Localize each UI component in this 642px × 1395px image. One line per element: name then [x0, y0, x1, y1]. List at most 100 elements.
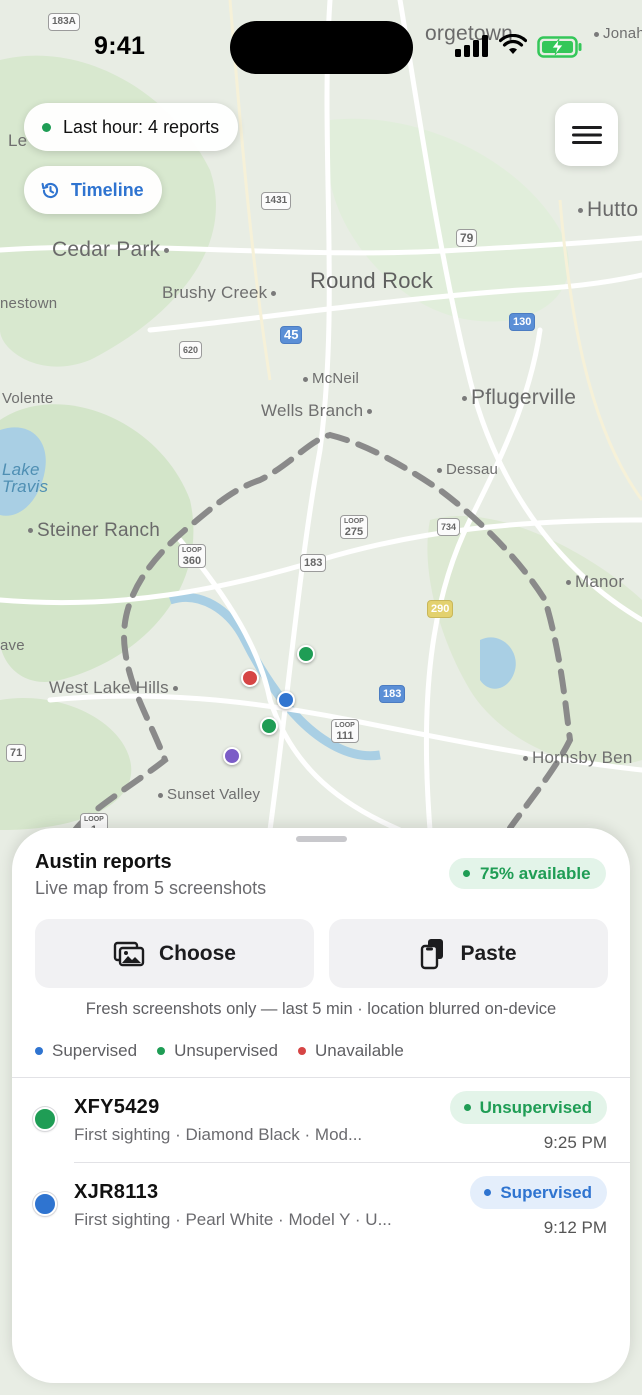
sheet-subtitle: Live map from 5 screenshots	[35, 878, 267, 898]
menu-button[interactable]	[555, 103, 618, 166]
map-label-steiner-ranch-text: Steiner Ranch	[37, 520, 161, 541]
report-row[interactable]: XJR8113 First sighting · Pearl White · M…	[12, 1163, 630, 1248]
report-time: 9:12 PM	[543, 1218, 607, 1237]
highway-shield-45: 45	[280, 326, 303, 344]
shield-label: 734	[441, 522, 457, 532]
map-place-dot	[462, 395, 467, 401]
map-label-mcneil: McNeil	[299, 370, 359, 387]
map-place-dot	[28, 528, 33, 534]
map-label-hutto: Hutto	[574, 198, 638, 222]
map-label-round-rock: Round Rock	[310, 268, 434, 293]
map-place-dot	[172, 686, 178, 692]
map-label-hutto-text: Hutto	[587, 198, 639, 221]
shield-label: 130	[513, 316, 532, 328]
status-bar: 9:41	[0, 0, 642, 95]
map-place-dot	[303, 376, 308, 382]
choose-screenshot-button[interactable]: Choose	[35, 919, 314, 988]
availability-label: 75% available	[480, 863, 591, 883]
map-label-cedar-park-text: Cedar Park	[52, 238, 161, 261]
map-label-wells-branch-text: Wells Branch	[261, 401, 364, 420]
map-label-sunset-valley: Sunset Valley	[154, 786, 260, 803]
dynamic-island	[230, 21, 413, 74]
highway-shield-79: 79	[456, 229, 478, 247]
availability-dot	[463, 870, 470, 877]
reports-bottom-sheet[interactable]: Austin reports Live map from 5 screensho…	[12, 828, 630, 1383]
map-label-hornsby-bend-text: Hornsby Ben	[532, 748, 633, 767]
map-label-wells-branch: Wells Branch	[261, 401, 376, 421]
report-marker-supervised[interactable]	[277, 691, 295, 709]
map-label-pflugerville-text: Pflugerville	[471, 386, 577, 409]
map-place-dot	[164, 247, 170, 253]
highway-shield-loop-360: LOOP 360	[178, 544, 206, 568]
legend-dot-supervised	[35, 1047, 43, 1055]
shield-label: 45	[284, 327, 299, 342]
status-tag-label: Supervised	[500, 1182, 592, 1202]
shield-label: 620	[183, 345, 199, 355]
timeline-label: Timeline	[71, 179, 144, 200]
map-label-jonestown: nestown	[0, 295, 58, 312]
map-place-dot	[158, 792, 163, 798]
availability-badge: 75% available	[449, 858, 606, 889]
report-marker-unsupervised[interactable]	[260, 717, 278, 735]
shield-label: 79	[460, 231, 474, 245]
photo-library-icon	[113, 941, 145, 966]
report-detail: First sighting · Diamond Black · Mod...	[74, 1125, 363, 1144]
map-label-volente: Volente	[2, 390, 54, 407]
map-label-dessau-text: Dessau	[446, 461, 499, 478]
legend-item-supervised: Supervised	[35, 1041, 137, 1061]
report-row[interactable]: XFY5429 First sighting · Diamond Black ·…	[12, 1078, 630, 1163]
legend-dot-unavailable	[298, 1047, 307, 1055]
map-label-pflugerville: Pflugerville	[458, 386, 576, 410]
shield-label: 183	[383, 688, 402, 700]
map-label-manor: Manor	[562, 572, 624, 592]
status-tag-dot	[484, 1189, 492, 1196]
live-status-dot	[42, 122, 51, 132]
history-clock-icon	[41, 182, 59, 198]
report-marker-unsupervised[interactable]	[297, 645, 315, 663]
map-place-dot	[367, 409, 373, 415]
shield-label: 71	[10, 747, 23, 759]
highway-shield-71: 71	[6, 744, 27, 762]
highway-shield-183-toll: 183	[379, 685, 406, 703]
last-hour-summary-label: Last hour: 4 reports	[63, 116, 220, 137]
map-label-brushy-creek-text: Brushy Creek	[162, 283, 268, 302]
map-label-west-lake-hills: West Lake Hills	[49, 678, 182, 698]
map-place-dot	[566, 580, 571, 586]
map-place-dot	[271, 291, 277, 297]
highway-shield-290: 290	[427, 600, 454, 618]
timeline-button[interactable]: Timeline	[24, 166, 162, 214]
shield-label: 1431	[265, 195, 288, 206]
map-place-dot	[523, 756, 528, 762]
legend-label: Unsupervised	[174, 1041, 279, 1060]
legend-dot-unsupervised	[157, 1047, 166, 1055]
paste-screenshot-button[interactable]: Paste	[329, 919, 608, 988]
report-plate: XFY5429	[74, 1096, 160, 1118]
report-detail: First sighting · Pearl White · Model Y ·…	[74, 1210, 392, 1229]
cellular-signal-icon	[455, 35, 488, 57]
paste-label: Paste	[460, 941, 517, 965]
highway-shield-loop-275: LOOP 275	[340, 515, 368, 539]
hamburger-icon	[571, 125, 602, 144]
choose-label: Choose	[158, 941, 236, 965]
privacy-hint: Fresh screenshots only — last 5 min · lo…	[85, 1000, 557, 1018]
map-label-cave: ave	[0, 637, 25, 654]
last-hour-summary-pill[interactable]: Last hour: 4 reports	[24, 103, 239, 151]
wifi-icon	[499, 34, 527, 54]
map-label-steiner-ranch: Steiner Ranch	[24, 520, 160, 542]
sheet-grabber-handle[interactable]	[296, 836, 347, 842]
report-marker-other[interactable]	[223, 747, 241, 765]
map-label-hornsby-bend: Hornsby Ben	[519, 748, 632, 768]
sheet-title: Austin reports	[35, 851, 172, 873]
highway-shield-loop-111: LOOP 111	[331, 719, 359, 743]
legend-item-unsupervised: Unsupervised	[157, 1041, 278, 1061]
map-label-brushy-creek: Brushy Creek	[162, 283, 280, 303]
battery-charging-icon	[537, 36, 582, 58]
shield-label: 275	[344, 526, 364, 538]
report-time: 9:25 PM	[543, 1133, 607, 1152]
shield-label: 360	[182, 555, 202, 567]
report-marker-unavailable[interactable]	[241, 669, 259, 687]
report-plate: XJR8113	[74, 1181, 159, 1203]
status-tag-dot	[463, 1104, 471, 1111]
map-label-lake-travis: Lake Travis	[2, 460, 49, 496]
map-label-west-lake-hills-text: West Lake Hills	[49, 678, 169, 697]
